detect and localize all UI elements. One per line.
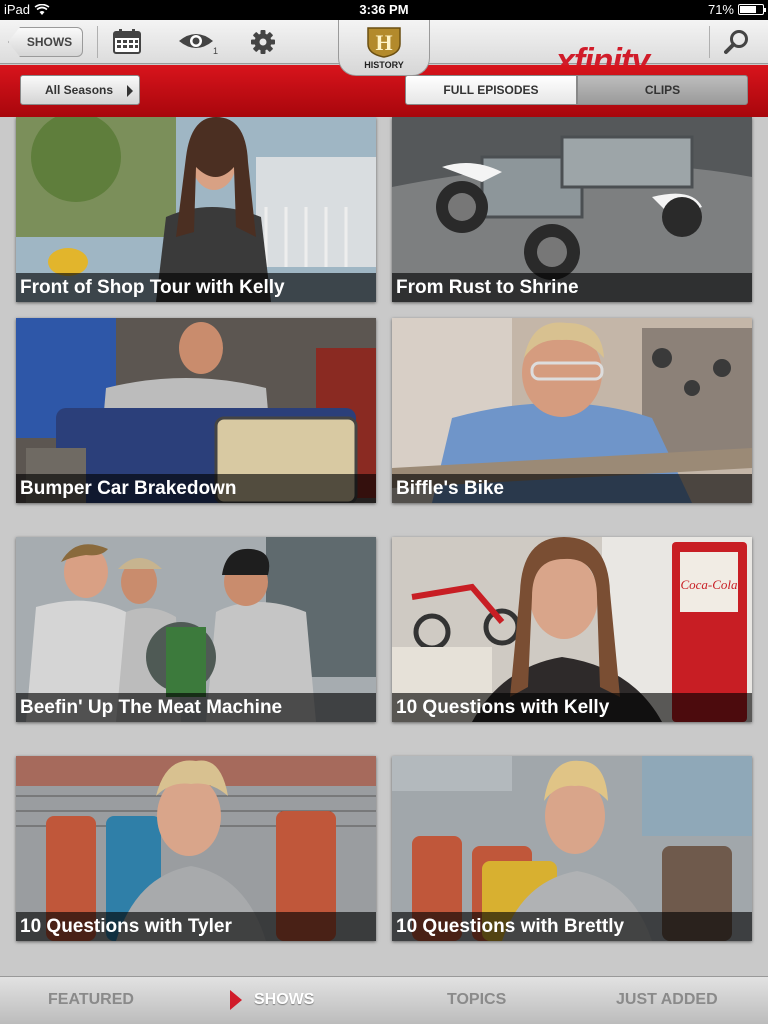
tab-shows[interactable]: SHOWS (254, 991, 314, 1009)
eye-icon[interactable] (178, 31, 214, 51)
toolbar-divider (97, 26, 98, 58)
tab-just-added[interactable]: JUST ADDED (616, 991, 718, 1009)
clip-tile[interactable]: Beefin' Up The Meat Machine (16, 537, 376, 722)
calendar-icon[interactable] (113, 28, 141, 54)
clip-title: 10 Questions with Kelly (392, 693, 752, 722)
history-logo-tab[interactable]: H HISTORY (338, 20, 430, 76)
clip-tile[interactable]: 10 Questions with Tyler (16, 756, 376, 941)
all-seasons-button[interactable]: All Seasons (20, 75, 140, 105)
history-logo-text: HISTORY (364, 59, 404, 70)
svg-text:H: H (375, 30, 392, 55)
play-arrow-icon (230, 990, 242, 1010)
search-icon[interactable] (724, 29, 750, 55)
clip-title: Biffle's Bike (392, 474, 752, 503)
tab-clips[interactable]: CLIPS (577, 75, 748, 105)
clip-tile[interactable]: Biffle's Bike (392, 318, 752, 503)
clip-title: 10 Questions with Brettly (392, 912, 752, 941)
bottom-tab-bar: FEATURED SHOWS TOPICS JUST ADDED (0, 976, 768, 1024)
clip-title: Bumper Car Brakedown (16, 474, 376, 503)
watchlist-count: 1 (213, 46, 219, 56)
tab-topics[interactable]: TOPICS (447, 991, 506, 1009)
status-time: 3:36 PM (359, 2, 409, 17)
clip-tile[interactable]: Front of Shop Tour with Kelly (16, 117, 376, 302)
svg-text:Coca-Cola: Coca-Cola (680, 577, 738, 592)
clips-grid: Front of Shop Tour with Kelly From Rust … (0, 117, 768, 976)
battery-icon (738, 4, 766, 15)
tab-featured[interactable]: FEATURED (48, 991, 134, 1009)
clip-tile[interactable]: Coca-Cola 10 Questions with Kelly (392, 537, 752, 722)
history-h-icon: H (367, 26, 401, 58)
chevron-right-icon (127, 85, 133, 97)
clip-title: Beefin' Up The Meat Machine (16, 693, 376, 722)
gear-icon[interactable] (250, 29, 276, 55)
tab-full-episodes[interactable]: FULL EPISODES (405, 75, 577, 105)
status-bar: iPad 3:36 PM 71% (0, 0, 768, 20)
clip-title: From Rust to Shrine (392, 273, 752, 302)
toolbar-divider (709, 26, 710, 58)
clip-tile[interactable]: 10 Questions with Brettly (392, 756, 752, 941)
battery-percent: 71% (707, 2, 734, 17)
clip-tile[interactable]: Bumper Car Brakedown (16, 318, 376, 503)
shows-back-button[interactable]: SHOWS (8, 27, 83, 57)
clip-tile[interactable]: From Rust to Shrine (392, 117, 752, 302)
all-seasons-label: All Seasons (45, 83, 114, 97)
clip-title: 10 Questions with Tyler (16, 912, 376, 941)
clip-title: Front of Shop Tour with Kelly (16, 273, 376, 302)
